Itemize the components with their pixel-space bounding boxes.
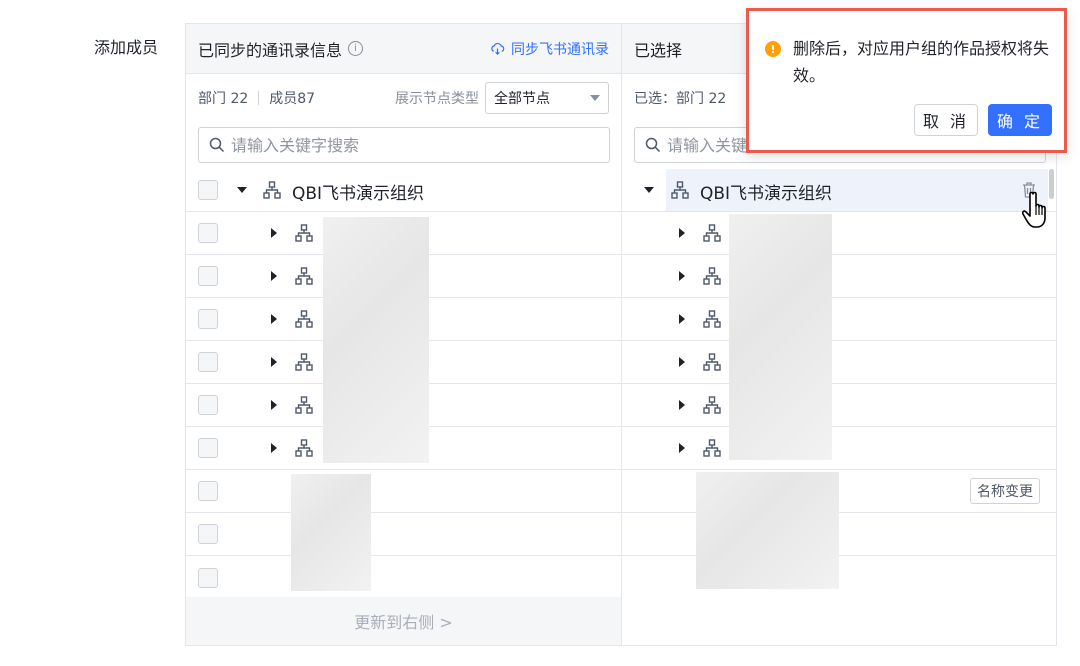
row-checkbox[interactable] bbox=[198, 524, 218, 544]
caret-down-icon[interactable] bbox=[644, 187, 654, 193]
warning-icon: ! bbox=[765, 41, 781, 57]
tree-row[interactable] bbox=[622, 513, 1056, 556]
selected-tree: QBI飞书演示组织 名称变更 bbox=[622, 169, 1056, 599]
source-search[interactable] bbox=[198, 127, 610, 163]
source-panel-header: 已同步的通讯录信息 i 同步飞书通讯录 bbox=[186, 24, 621, 74]
rename-tag: 名称变更 bbox=[970, 478, 1040, 504]
tree-root-row[interactable]: QBI飞书演示组织 bbox=[186, 169, 621, 212]
tree-row[interactable] bbox=[622, 212, 1056, 255]
org-tree-icon bbox=[295, 310, 313, 328]
selected-count: 已选：部门 22 bbox=[634, 91, 727, 107]
caret-right-icon[interactable] bbox=[679, 271, 685, 281]
row-checkbox[interactable] bbox=[198, 223, 218, 243]
redacted-names bbox=[323, 217, 429, 463]
row-checkbox[interactable] bbox=[198, 567, 218, 588]
caret-right-icon[interactable] bbox=[679, 400, 685, 410]
move-to-right-label: 更新到右侧 > bbox=[354, 613, 453, 632]
node-type-label: 展示节点类型 bbox=[395, 91, 479, 107]
org-tree-icon bbox=[703, 267, 721, 285]
caret-right-icon[interactable] bbox=[271, 271, 277, 281]
row-checkbox[interactable] bbox=[198, 266, 218, 286]
delete-confirm-popover: ! 删除后，对应用户组的作品授权将失效。 取 消 确 定 bbox=[746, 8, 1067, 153]
source-panel-title: 已同步的通讯录信息 bbox=[198, 40, 343, 60]
source-panel: 已同步的通讯录信息 i 同步飞书通讯录 部门 22 成员87 展示节点类型 全部… bbox=[185, 23, 622, 646]
caret-right-icon[interactable] bbox=[271, 314, 277, 324]
caret-right-icon[interactable] bbox=[679, 357, 685, 367]
row-checkbox[interactable] bbox=[198, 438, 218, 458]
info-circle-icon[interactable]: i bbox=[348, 41, 364, 56]
node-type-value: 全部节点 bbox=[494, 91, 550, 107]
chevron-down-icon bbox=[590, 95, 600, 101]
cloud-sync-icon bbox=[491, 42, 505, 55]
tree-row[interactable] bbox=[186, 556, 621, 599]
search-icon bbox=[645, 137, 661, 153]
sync-feishu-link[interactable]: 同步飞书通讯录 bbox=[490, 39, 609, 59]
member-count: 成员87 bbox=[269, 91, 316, 107]
hand-pointer-icon bbox=[1022, 191, 1046, 228]
confirm-message: 删除后，对应用户组的作品授权将失效。 bbox=[793, 39, 1050, 85]
org-tree-icon bbox=[703, 353, 721, 371]
source-tree: QBI飞书演示组织 bbox=[186, 169, 621, 599]
redacted-members bbox=[696, 472, 839, 589]
caret-right-icon[interactable] bbox=[271, 357, 277, 367]
org-tree-icon bbox=[263, 181, 281, 199]
tree-row[interactable] bbox=[622, 556, 1056, 599]
tree-row[interactable] bbox=[186, 513, 621, 556]
tree-row[interactable] bbox=[622, 255, 1056, 298]
tree-row[interactable] bbox=[622, 384, 1056, 427]
source-stats: 部门 22 成员87 展示节点类型 全部节点 bbox=[198, 82, 609, 114]
cancel-button[interactable]: 取 消 bbox=[914, 104, 978, 136]
org-tree-icon bbox=[703, 396, 721, 414]
caret-right-icon[interactable] bbox=[271, 228, 277, 238]
caret-right-icon[interactable] bbox=[679, 314, 685, 324]
redacted-members bbox=[291, 474, 371, 591]
caret-right-icon[interactable] bbox=[679, 228, 685, 238]
org-tree-icon bbox=[671, 181, 689, 199]
caret-down-icon[interactable] bbox=[237, 187, 247, 193]
row-checkbox[interactable] bbox=[198, 180, 218, 200]
row-checkbox[interactable] bbox=[198, 352, 218, 372]
source-search-input[interactable] bbox=[231, 135, 599, 155]
search-icon bbox=[209, 137, 225, 153]
caret-right-icon[interactable] bbox=[271, 443, 277, 453]
tree-row[interactable] bbox=[622, 298, 1056, 341]
org-tree-icon bbox=[703, 439, 721, 457]
org-tree-icon bbox=[295, 396, 313, 414]
org-tree-icon bbox=[295, 353, 313, 371]
tree-row[interactable] bbox=[622, 341, 1056, 384]
org-tree-icon bbox=[295, 224, 313, 242]
form-label-add-members: 添加成员 bbox=[94, 38, 159, 57]
stats-divider bbox=[258, 91, 260, 105]
sync-feishu-label: 同步飞书通讯录 bbox=[511, 41, 609, 58]
caret-right-icon[interactable] bbox=[679, 443, 685, 453]
row-checkbox[interactable] bbox=[198, 309, 218, 329]
org-tree-icon bbox=[703, 310, 721, 328]
selected-root-row[interactable]: QBI飞书演示组织 bbox=[622, 169, 1056, 212]
dept-count: 部门 22 bbox=[198, 91, 249, 107]
confirm-button[interactable]: 确 定 bbox=[988, 104, 1052, 136]
org-tree-icon bbox=[703, 224, 721, 242]
move-to-right-button[interactable]: 更新到右侧 > bbox=[186, 597, 621, 645]
tree-row[interactable] bbox=[622, 427, 1056, 470]
org-tree-icon bbox=[295, 439, 313, 457]
selected-root-label: QBI飞书演示组织 bbox=[700, 184, 833, 204]
tree-row[interactable]: 名称变更 bbox=[622, 470, 1056, 513]
row-checkbox[interactable] bbox=[198, 395, 218, 415]
selected-panel-title: 已选择 bbox=[634, 40, 683, 60]
node-type-select[interactable]: 全部节点 bbox=[485, 82, 609, 114]
org-tree-icon bbox=[295, 267, 313, 285]
tree-row[interactable] bbox=[186, 470, 621, 513]
redacted-names bbox=[729, 214, 832, 460]
caret-right-icon[interactable] bbox=[271, 400, 277, 410]
root-org-label: QBI飞书演示组织 bbox=[292, 184, 425, 204]
row-checkbox[interactable] bbox=[198, 481, 218, 501]
